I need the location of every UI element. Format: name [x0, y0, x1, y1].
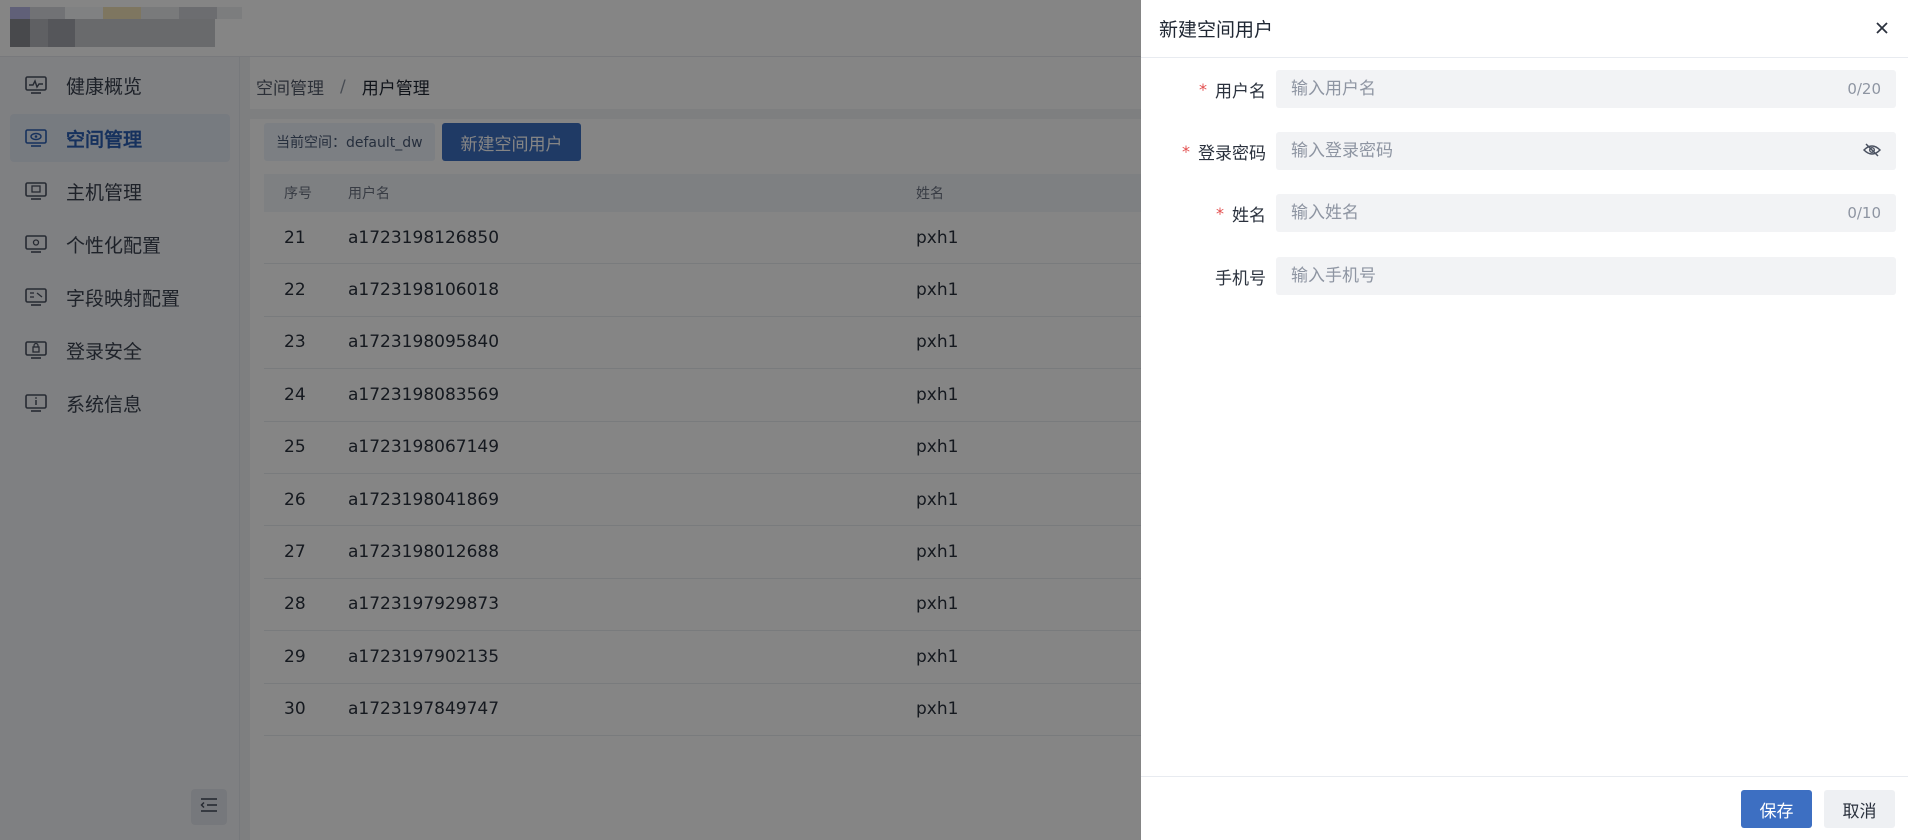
form-row-password: * 登录密码: [1141, 132, 1908, 170]
form-row-phone: 手机号: [1141, 257, 1908, 295]
name-field: 0/10: [1276, 194, 1896, 232]
eye-hidden-icon: [1862, 142, 1882, 161]
username-label: 用户名: [1215, 81, 1266, 102]
required-mark: *: [1182, 141, 1190, 161]
form-label: * 用户名: [1199, 70, 1266, 108]
new-user-drawer: 新建空间用户 * 用户名 0/20 * 登录密码 * 姓名 0/10: [1141, 0, 1908, 840]
form-row-username: * 用户名 0/20: [1141, 70, 1908, 108]
phone-input[interactable]: [1276, 257, 1896, 295]
form-row-name: * 姓名 0/10: [1141, 194, 1908, 232]
drawer-footer: 保存 取消: [1141, 776, 1908, 840]
cancel-button[interactable]: 取消: [1824, 790, 1895, 828]
drawer-title: 新建空间用户: [1159, 19, 1274, 41]
username-input[interactable]: [1276, 70, 1848, 108]
close-button[interactable]: [1870, 17, 1894, 41]
save-button[interactable]: 保存: [1741, 790, 1812, 828]
toggle-password-visibility-button[interactable]: [1860, 139, 1884, 163]
char-counter: 0/20: [1847, 80, 1881, 98]
close-icon: [1875, 20, 1889, 39]
username-field: 0/20: [1276, 70, 1896, 108]
phone-field: [1276, 257, 1896, 295]
required-mark: *: [1199, 79, 1207, 99]
form-label: 手机号: [1215, 257, 1266, 295]
name-label: 姓名: [1232, 205, 1266, 226]
char-counter: 0/10: [1847, 204, 1881, 222]
password-field: [1276, 132, 1896, 170]
password-label: 登录密码: [1198, 143, 1266, 164]
password-input[interactable]: [1276, 132, 1860, 170]
form-label: * 登录密码: [1182, 132, 1266, 170]
name-input[interactable]: [1276, 194, 1848, 232]
phone-label: 手机号: [1215, 268, 1266, 289]
form-label: * 姓名: [1216, 194, 1266, 232]
drawer-header: 新建空间用户: [1141, 0, 1908, 58]
required-mark: *: [1216, 203, 1224, 223]
